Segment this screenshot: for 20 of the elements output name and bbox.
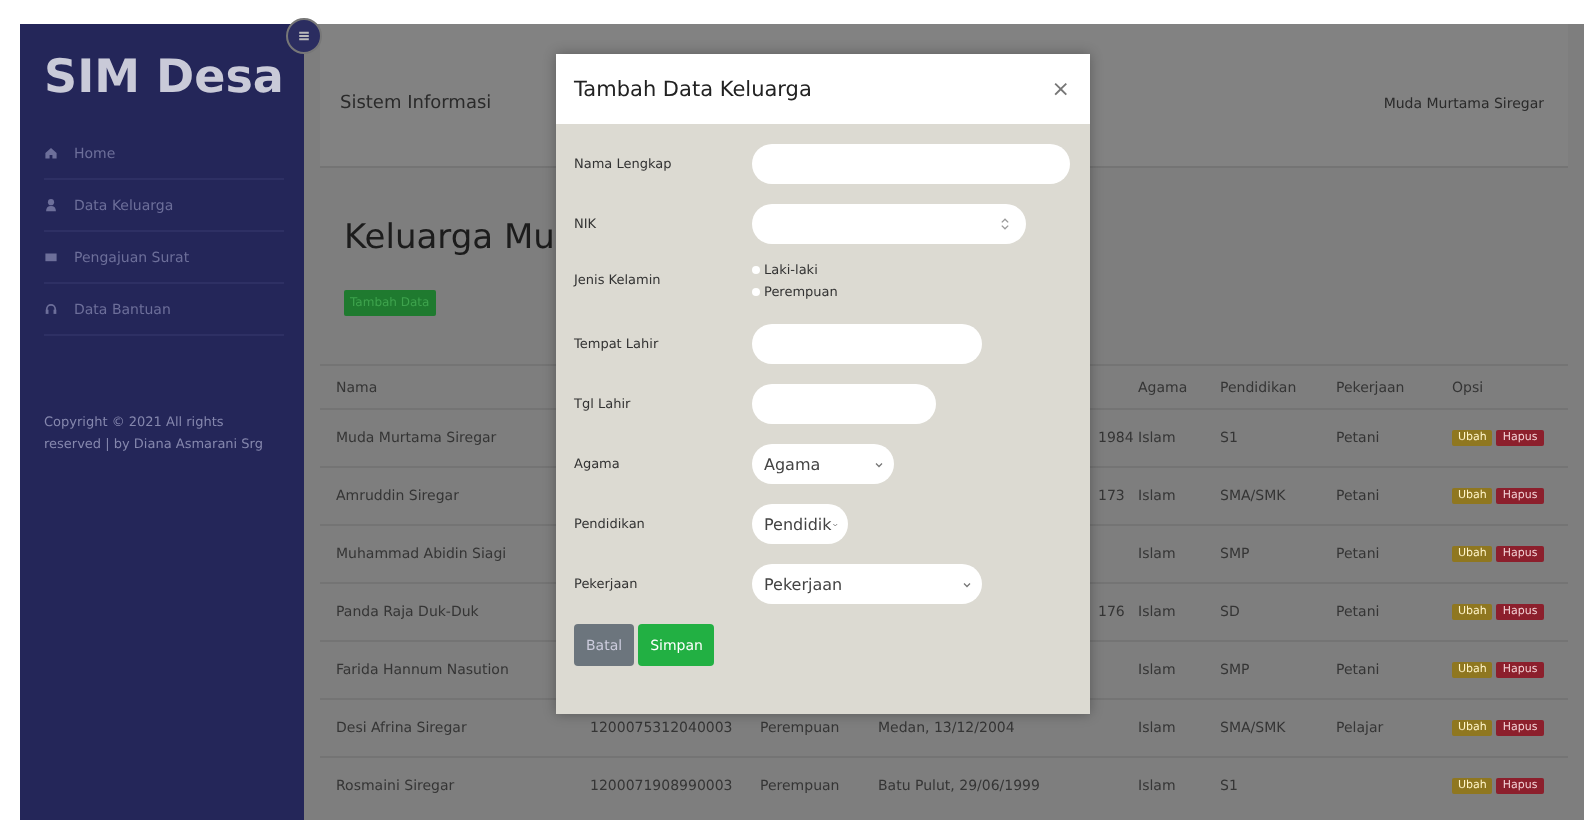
brand-title: SIM Desa [44, 52, 284, 104]
input-field[interactable] [752, 384, 936, 424]
select-dropdown[interactable]: Agama [752, 444, 894, 484]
home-icon [44, 146, 58, 160]
select-dropdown[interactable]: Pendidik [752, 504, 848, 544]
select-dropdown[interactable]: Pekerjaan [752, 564, 982, 604]
caret-icon [874, 459, 884, 469]
app-title: Sistem Informasi [340, 93, 492, 113]
number-field[interactable] [752, 204, 1026, 244]
user-icon [44, 198, 58, 212]
input-field[interactable] [752, 144, 1070, 184]
envelope-icon [44, 250, 58, 264]
headset-icon [44, 302, 58, 316]
input-field[interactable] [752, 324, 982, 364]
close-button[interactable]: × [1051, 76, 1070, 102]
caret-icon [962, 579, 972, 589]
page-heading: Keluarga Mu [344, 216, 555, 262]
menu-icon [296, 28, 312, 44]
spinner-icon [1000, 216, 1010, 232]
modal-title: Tambah Data Keluarga [574, 77, 812, 101]
